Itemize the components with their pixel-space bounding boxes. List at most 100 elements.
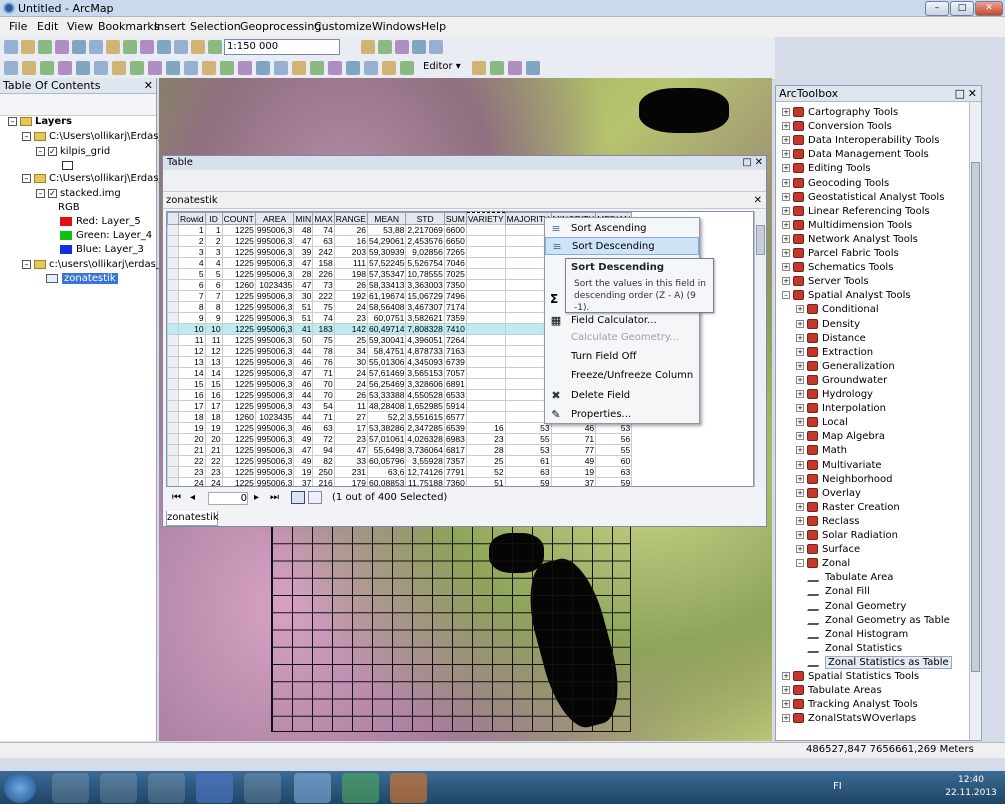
table-cell[interactable]: 7791 [443,466,467,478]
table-cell[interactable]: 7163 [443,345,467,357]
table-cell[interactable]: 158 [312,257,335,269]
scale-combo[interactable]: 1:150 000 [224,39,340,55]
toolbox-item[interactable]: + Surface [796,544,860,555]
menu-customize[interactable]: Customize [314,20,372,33]
row-selector[interactable] [167,246,179,258]
table-cell[interactable]: 22 [178,455,206,467]
expand-icon[interactable]: + [782,108,790,116]
row-selector[interactable] [167,389,179,401]
expand-icon[interactable]: + [796,390,804,398]
last-record-icon[interactable]: ⏭ [270,492,279,503]
table-layer-close-icon[interactable]: ✕ [754,193,762,209]
table-cell[interactable]: 995006,3 [254,301,295,313]
toolbox-item[interactable]: + Distance [796,332,866,344]
table-cell[interactable]: 53,33388 [366,389,407,401]
toolbox-item[interactable]: + Cartography Tools [782,107,898,118]
table-cell[interactable]: 1260 [221,279,256,291]
table-cell[interactable]: 995006,3 [254,257,295,269]
table-cell[interactable]: 10,78555 [405,268,445,280]
table-cell[interactable]: 76 [312,356,335,368]
table-cell[interactable]: 25 [333,334,368,346]
table-cell[interactable]: 3 [204,246,223,258]
table-cell[interactable] [465,290,506,302]
table-cell[interactable]: 54,29061 [366,235,407,247]
table-cell[interactable]: 82 [312,455,335,467]
table-cell[interactable]: 48,28408 [366,400,407,412]
table-cell[interactable]: 60,08853 [366,477,407,486]
expand-icon[interactable]: + [782,122,790,131]
table-cell[interactable]: 53 [504,422,552,434]
table-cell[interactable]: 43 [293,400,314,412]
toolbar-tool-icon[interactable] [346,61,360,75]
table-cell[interactable]: 3,582621 [405,312,445,324]
table-cell[interactable]: 56,25469 [366,378,407,390]
table-cell[interactable]: 1225 [221,246,256,258]
expand-icon[interactable]: + [782,164,790,173]
table-cell[interactable]: 47 [333,444,368,456]
toolbar-tool-icon[interactable] [378,40,392,54]
expand-icon[interactable]: + [782,686,790,695]
table-cell[interactable] [465,378,506,390]
table-cell[interactable]: 48 [293,224,314,236]
table-cell[interactable]: 1225 [221,444,256,456]
table-cell[interactable]: 1225 [221,367,256,379]
column-header-area[interactable]: AREA [254,212,295,225]
table-cell[interactable]: 46 [293,356,314,368]
table-cell[interactable]: 250 [312,466,335,478]
expand-icon[interactable]: + [796,531,804,539]
table-cell[interactable]: 995006,3 [254,378,295,390]
toolbox-close-icon[interactable]: ✕ [968,86,977,101]
table-cell[interactable]: 1225 [221,312,256,324]
table-cell[interactable]: 47 [293,279,314,291]
table-cell[interactable]: 59 [595,477,633,486]
table-cell[interactable]: 52 [465,466,506,478]
table-cell[interactable]: 1225 [221,235,256,247]
table-cell[interactable]: 54 [312,400,335,412]
expand-icon[interactable]: + [782,672,790,680]
toolbox-scroll-thumb[interactable] [971,162,980,672]
toolbox-item[interactable]: – Zonal [796,558,850,569]
table-cell[interactable]: 1225 [221,268,256,280]
toolbar-tool-icon[interactable] [508,61,522,75]
table-cell[interactable]: 73 [312,279,335,291]
toolbar-tool-icon[interactable] [429,40,443,54]
table-cell[interactable]: 192 [333,290,368,302]
row-selector[interactable] [167,345,179,357]
expand-icon[interactable]: + [796,460,804,469]
table-cell[interactable]: 7057 [443,367,467,379]
table-cell[interactable]: 3 [178,246,206,258]
table-cell[interactable]: 7496 [443,290,467,302]
table-cell[interactable]: 4,345093 [405,356,445,368]
expand-icon[interactable]: + [796,418,804,427]
table-cell[interactable]: 198 [333,268,368,280]
menu-item-delete-field[interactable]: ✖ Delete Field [545,387,699,405]
toolbox-item[interactable]: + ZonalStatsWOverlaps [782,713,916,724]
table-cell[interactable]: 53 [504,444,552,456]
table-cell[interactable]: 77 [550,444,597,456]
table-cell[interactable]: 70 [312,389,335,401]
table-cell[interactable]: 1225 [221,400,256,412]
table-cell[interactable]: 71 [550,433,597,445]
show-all-records-icon[interactable] [291,491,305,504]
table-cell[interactable]: 21 [178,444,206,456]
table-cell[interactable]: 22 [204,455,223,467]
prev-record-icon[interactable]: ◂ [190,492,195,503]
table-cell[interactable]: 61 [504,455,552,467]
collapse-icon[interactable]: – [22,259,31,269]
toolbox-item[interactable]: + Tracking Analyst Tools [782,699,918,710]
table-cell[interactable]: 179 [333,477,368,486]
toc-row-group[interactable]: – Layers [8,116,72,127]
table-cell[interactable]: 57,01061 [366,433,407,445]
row-selector[interactable] [167,323,179,335]
table-cell[interactable]: 58,33413 [366,279,407,291]
menu-file[interactable]: File [9,20,27,33]
table-cell[interactable]: 63 [595,466,633,478]
toolbox-item[interactable]: + Tabulate Areas [782,685,882,696]
table-cell[interactable]: 142 [333,323,368,335]
table-cell[interactable]: 60,05796 [366,455,407,467]
table-row[interactable]: 22 22 1225 995006,3 49 82 33 60,05796 3,55928 735… [167,455,633,467]
table-cell[interactable]: 94 [312,444,335,456]
table-cell[interactable]: 47 [293,444,314,456]
table-cell[interactable]: 7410 [443,323,467,335]
table-cell[interactable] [465,312,506,324]
